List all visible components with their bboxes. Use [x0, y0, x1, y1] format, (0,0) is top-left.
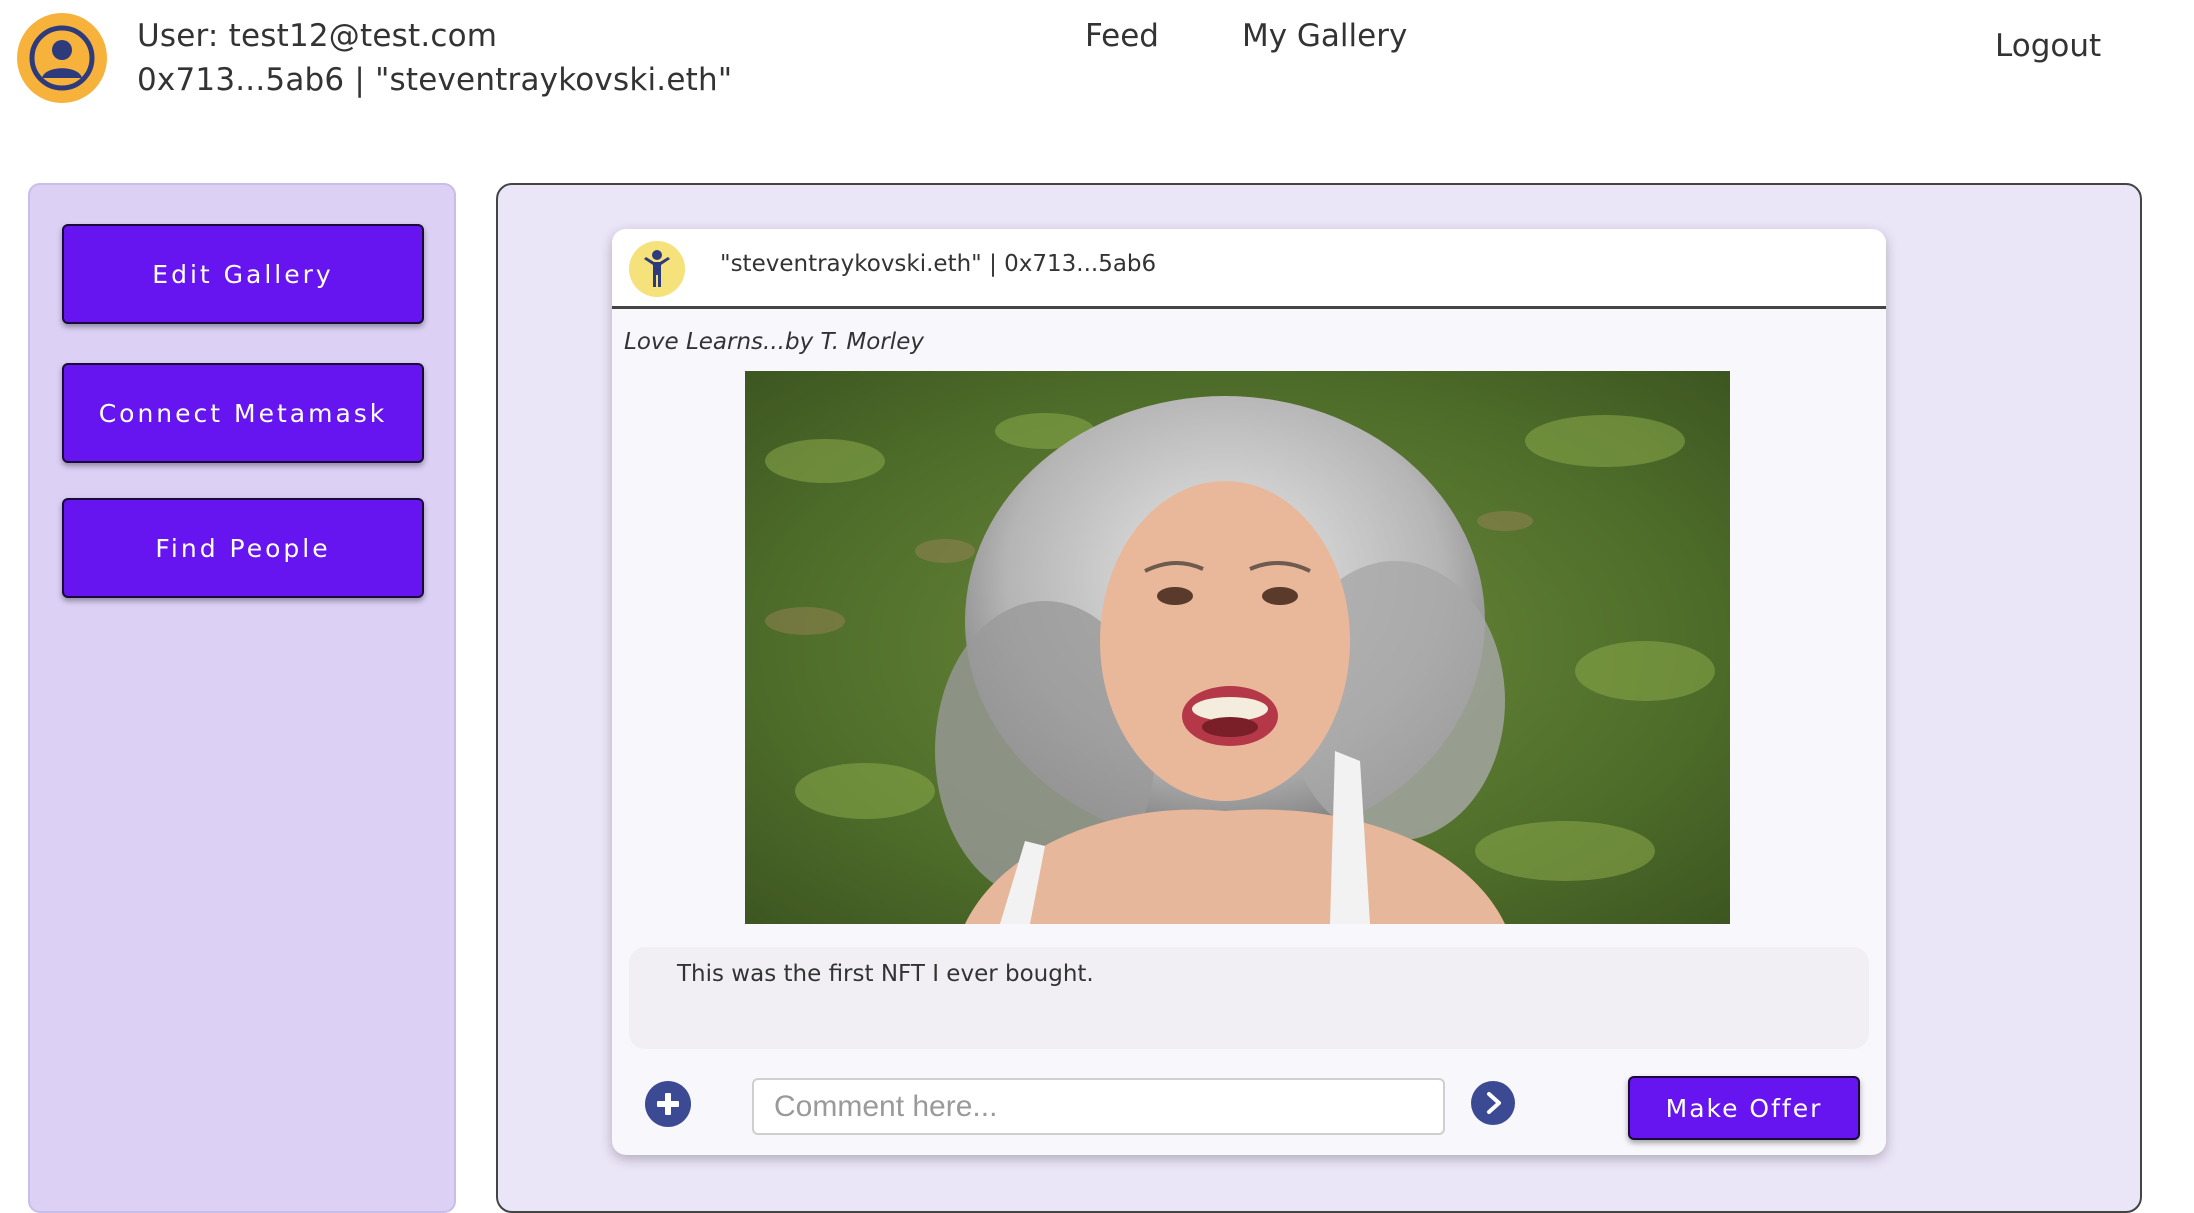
connect-metamask-button[interactable]: Connect Metamask [62, 363, 424, 463]
post-header: "steventraykovski.eth" | 0x713...5ab6 [612, 229, 1886, 309]
user-info: User: test12@test.com 0x713...5ab6 | "st… [137, 14, 732, 102]
find-people-button[interactable]: Find People [62, 498, 424, 598]
user-wallet: 0x713...5ab6 | "steventraykovski.eth" [137, 62, 733, 98]
chevron-right-circle-icon[interactable] [1471, 1081, 1515, 1125]
post-caption-box: This was the first NFT I ever bought. [629, 947, 1869, 1049]
post-card: "steventraykovski.eth" | 0x713...5ab6 Lo… [612, 229, 1886, 1155]
user-email: User: test12@test.com [137, 18, 498, 54]
post-owner-line[interactable]: "steventraykovski.eth" | 0x713...5ab6 [720, 251, 1156, 277]
make-offer-button[interactable]: Make Offer [1628, 1076, 1860, 1140]
nft-image[interactable] [745, 371, 1730, 924]
nav-feed-link[interactable]: Feed [1085, 14, 1159, 58]
user-avatar-icon[interactable] [17, 13, 107, 103]
plus-circle-icon[interactable] [645, 1081, 691, 1127]
comment-input[interactable] [752, 1078, 1445, 1135]
sidebar: Edit Gallery Connect Metamask Find Peopl… [28, 183, 456, 1213]
nav-my-gallery-link[interactable]: My Gallery [1242, 14, 1407, 58]
top-header: User: test12@test.com 0x713...5ab6 | "st… [0, 0, 2194, 150]
post-title: Love Learns...by T. Morley [624, 329, 924, 355]
main-nav: Feed My Gallery [1085, 14, 1490, 58]
post-caption: This was the first NFT I ever bought. [677, 961, 1094, 987]
edit-gallery-button[interactable]: Edit Gallery [62, 224, 424, 324]
person-arms-up-icon[interactable] [629, 241, 685, 297]
logout-link[interactable]: Logout [1995, 24, 2101, 68]
feed-panel: "steventraykovski.eth" | 0x713...5ab6 Lo… [496, 183, 2142, 1213]
